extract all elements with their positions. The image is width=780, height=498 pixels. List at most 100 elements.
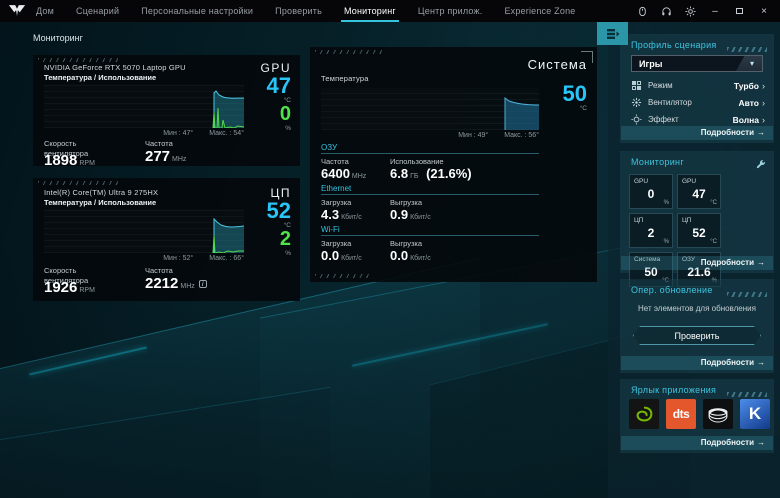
tile-unit: %	[664, 239, 669, 245]
cpu-max-label: Макс. : 66°	[209, 255, 244, 262]
fan-row[interactable]: Вентилятор Авто ›	[631, 96, 765, 109]
divider	[321, 235, 539, 236]
app-icons-row: dts K	[629, 399, 770, 429]
gpu-min-label: Мин : 47°	[163, 130, 193, 137]
cpu-fan-value: 1926RPM	[44, 279, 95, 296]
system-label: Система	[528, 57, 587, 72]
tile-unit: %	[664, 200, 669, 206]
nav-item-monitoring[interactable]: Мониторинг	[344, 0, 396, 22]
nvidia-app-icon[interactable]	[629, 399, 659, 429]
nav-item-scenario[interactable]: Сценарий	[76, 0, 119, 22]
nav-item-experience-zone[interactable]: Experience Zone	[504, 0, 575, 22]
arrow-right-icon: →	[757, 128, 765, 137]
mouse-icon[interactable]	[637, 6, 648, 17]
cpu-usage-unit: %	[241, 250, 291, 257]
profile-details-link[interactable]: Подробности→	[621, 126, 773, 140]
cpu-card-title: Intel(R) Core(TM) Ultra 9 275HX	[44, 188, 158, 197]
cpu-fan-number: 1926	[44, 279, 77, 296]
tile-unit: °C	[710, 200, 717, 206]
system-temp-label: Температура	[321, 74, 369, 83]
wifi-up-number: 0.0	[390, 248, 408, 263]
maximize-button[interactable]	[734, 6, 745, 17]
tile-unit: °C	[710, 239, 717, 245]
monitoring-details-link[interactable]: Подробности→	[621, 256, 773, 270]
nav-item-app-center[interactable]: Центр прилож.	[418, 0, 483, 22]
fan-value: Авто	[739, 98, 760, 108]
ethernet-down-label: Загрузка	[321, 198, 351, 207]
tile-cpu-temp[interactable]: ЦП 52 °C	[677, 213, 721, 248]
info-icon[interactable]: i	[199, 280, 207, 288]
header-hatch-decor	[727, 47, 767, 52]
header-hatch-decor	[727, 392, 767, 397]
gpu-freq-value: 277MHz	[145, 148, 186, 165]
wifi-down-number: 0.0	[321, 248, 339, 263]
tile-value: 0	[630, 187, 672, 201]
effect-row[interactable]: Эффект Волна ›	[631, 113, 765, 126]
cpu-fan-unit: RPM	[79, 287, 95, 294]
nav-item-check[interactable]: Проверить	[275, 0, 322, 22]
gpu-card-title: NVIDIA GeForce RTX 5070 Laptop GPU	[44, 63, 186, 72]
cpu-minmax: Мин : 52° Макс. : 66°	[44, 255, 244, 262]
card-hatch-decor	[38, 181, 118, 185]
tile-label: ЦП	[682, 217, 691, 224]
killer-label: K	[749, 404, 761, 424]
dts-app-icon[interactable]: dts	[666, 399, 696, 429]
killer-app-icon[interactable]: K	[740, 399, 770, 429]
system-readout: 50 °C	[537, 83, 587, 112]
app-shortcuts-header: Ярлык приложения	[631, 385, 716, 395]
tile-label: GPU	[634, 178, 648, 185]
ethernet-up-unit: Кбит/с	[410, 214, 431, 221]
tile-cpu-usage[interactable]: ЦП 2 %	[629, 213, 673, 248]
tile-gpu-usage[interactable]: GPU 0 %	[629, 174, 673, 209]
scenario-profile-panel: Профиль сценария Игры ▾ Режим Турбо › Ве…	[621, 35, 773, 142]
update-details-link[interactable]: Подробности→	[621, 356, 773, 370]
monitoring-header: Мониторинг	[631, 157, 684, 167]
nav-item-personal-settings[interactable]: Персональные настройки	[141, 0, 253, 22]
check-updates-button[interactable]: Проверить	[633, 326, 761, 345]
gpu-temp-value: 47	[241, 75, 291, 97]
close-button[interactable]: ×	[758, 6, 770, 17]
nav-item-home[interactable]: Дом	[36, 0, 54, 22]
cpu-freq-value: 2212MHzi	[145, 275, 207, 292]
ethernet-down-number: 4.3	[321, 207, 339, 222]
tile-gpu-temp[interactable]: GPU 47 °C	[677, 174, 721, 209]
app-shortcuts-panel: Ярлык приложения dts K Подробности→	[621, 380, 773, 452]
dropdown-corner: ▾	[736, 56, 762, 71]
system-min-label: Мин : 49°	[458, 132, 488, 139]
ethernet-down-value: 4.3Кбит/с	[321, 207, 362, 222]
mode-grid-icon	[631, 80, 642, 91]
system-max-label: Макс. : 56°	[504, 132, 539, 139]
gpu-card: NVIDIA GeForce RTX 5070 Laptop GPU Темпе…	[33, 55, 300, 166]
rings-app-icon[interactable]	[703, 399, 733, 429]
minimize-button[interactable]: –	[709, 6, 721, 17]
chevron-right-icon: ›	[762, 98, 765, 108]
right-sidebar: Профиль сценария Игры ▾ Режим Турбо › Ве…	[608, 22, 780, 498]
wrench-icon[interactable]	[756, 156, 766, 174]
cpu-usage-value: 2	[241, 229, 291, 250]
ram-freq-value: 6400MHz	[321, 166, 366, 181]
chevron-right-icon: ›	[762, 81, 765, 91]
page-title: Мониторинг	[33, 33, 83, 43]
ram-freq-label: Частота	[321, 157, 349, 166]
system-temp-value: 50	[537, 83, 587, 105]
arrow-right-icon: →	[757, 438, 765, 447]
apps-details-link[interactable]: Подробности→	[621, 436, 773, 450]
monitoring-panel: Мониторинг GPU 0 % GPU 47 °C ЦП 2 % ЦП 5…	[621, 152, 773, 272]
settings-gear-icon[interactable]	[685, 6, 696, 17]
gpu-readout: GPU 47 °C 0 %	[241, 61, 291, 132]
mode-label: Режим	[648, 81, 673, 90]
tile-value: 47	[678, 187, 720, 201]
fan-icon	[631, 97, 642, 108]
ethernet-down-unit: Кбит/с	[341, 214, 362, 221]
cpu-readout: ЦП 52 °C 2 %	[241, 186, 291, 257]
arrow-right-icon: →	[757, 358, 765, 367]
headset-icon[interactable]	[661, 6, 672, 17]
scenario-dropdown[interactable]: Игры ▾	[631, 55, 763, 72]
mode-row[interactable]: Режим Турбо ›	[631, 79, 765, 92]
wifi-down-value: 0.0Кбит/с	[321, 248, 362, 263]
ethernet-section-label: Ethernet	[321, 184, 351, 193]
sidebar-collapse-button[interactable]	[597, 22, 628, 45]
details-label: Подробности	[701, 128, 754, 137]
cpu-min-label: Мин : 52°	[163, 255, 193, 262]
chevron-down-icon: ▾	[744, 59, 754, 68]
